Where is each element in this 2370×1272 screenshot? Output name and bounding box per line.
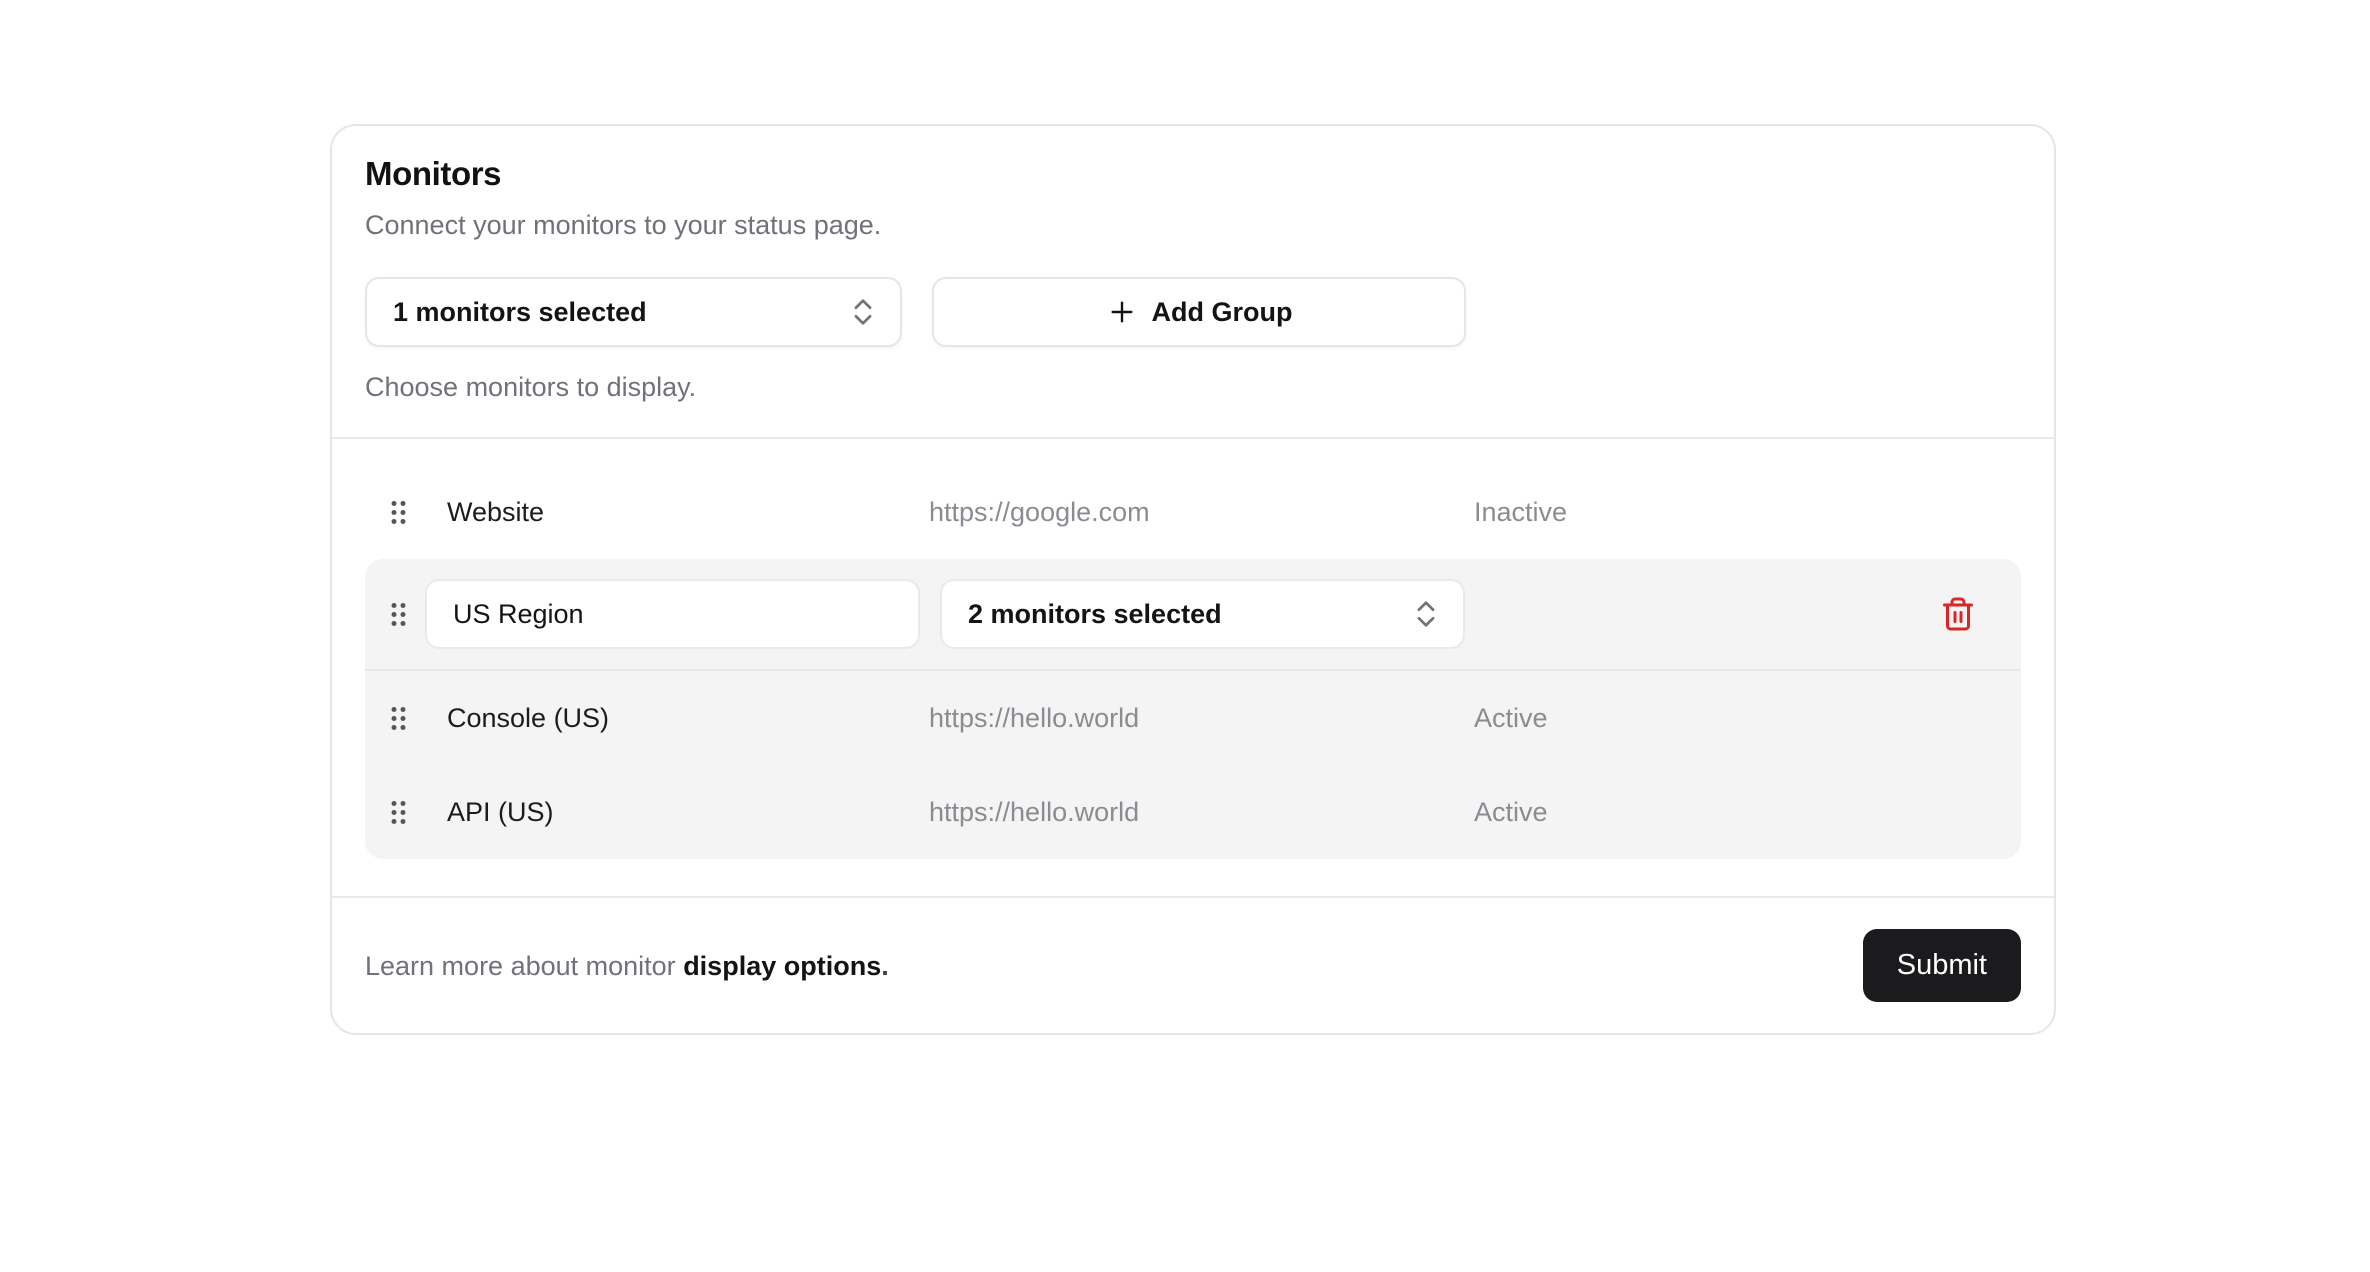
page-title: Monitors xyxy=(365,154,2021,194)
handle-cell xyxy=(365,800,447,825)
card-header: Monitors Connect your monitors to your s… xyxy=(332,126,2054,437)
drag-handle-icon[interactable] xyxy=(391,602,406,627)
display-options-link[interactable]: display options xyxy=(683,951,881,981)
add-group-label: Add Group xyxy=(1152,297,1293,328)
submit-button[interactable]: Submit xyxy=(1863,929,2021,1002)
monitor-row: Console (US) https://hello.world Active xyxy=(365,671,2021,765)
group-monitors-select[interactable]: 2 monitors selected xyxy=(940,579,1465,649)
monitor-name: Website xyxy=(447,497,929,528)
drag-handle-icon[interactable] xyxy=(391,500,406,525)
monitor-name: Console (US) xyxy=(447,703,929,734)
monitors-select[interactable]: 1 monitors selected xyxy=(365,277,902,347)
handle-cell xyxy=(365,706,447,731)
monitor-status: Inactive xyxy=(1474,497,2021,528)
helper-text: Choose monitors to display. xyxy=(365,369,2021,405)
learn-more-text: Learn more about monitor display options… xyxy=(365,948,889,984)
handle-cell xyxy=(365,500,447,525)
monitor-row: Website https://google.com Inactive xyxy=(365,465,2021,559)
chevrons-up-down-icon xyxy=(846,295,880,329)
plus-icon xyxy=(1106,296,1138,328)
page: Monitors Connect your monitors to your s… xyxy=(0,124,2370,1035)
delete-group-button[interactable] xyxy=(1936,592,1980,636)
monitor-list: Website https://google.com Inactive 2 mo… xyxy=(332,439,2054,896)
drag-handle-icon[interactable] xyxy=(391,706,406,731)
monitor-status: Active xyxy=(1474,703,2021,734)
card-footer: Learn more about monitor display options… xyxy=(332,898,2054,1033)
learn-more-prefix: Learn more about monitor xyxy=(365,951,676,981)
monitor-row: API (US) https://hello.world Active xyxy=(365,765,2021,859)
monitor-url: https://hello.world xyxy=(929,797,1474,828)
trash-icon xyxy=(1940,596,1976,632)
monitor-group-panel: 2 monitors selected xyxy=(365,559,2021,859)
learn-more-suffix: . xyxy=(881,951,889,981)
group-header-row: 2 monitors selected xyxy=(365,559,2021,669)
drag-handle-icon[interactable] xyxy=(391,800,406,825)
monitor-url: https://google.com xyxy=(929,497,1474,528)
chevrons-up-down-icon xyxy=(1409,597,1443,631)
page-subtitle: Connect your monitors to your status pag… xyxy=(365,207,2021,243)
monitor-url: https://hello.world xyxy=(929,703,1474,734)
group-name-input[interactable] xyxy=(425,579,920,649)
monitor-name: API (US) xyxy=(447,797,929,828)
header-controls: 1 monitors selected Add Group xyxy=(365,277,2021,347)
monitors-card: Monitors Connect your monitors to your s… xyxy=(330,124,2056,1035)
group-monitors-select-value: 2 monitors selected xyxy=(968,599,1222,630)
monitors-select-value: 1 monitors selected xyxy=(393,297,647,328)
add-group-button[interactable]: Add Group xyxy=(932,277,1466,347)
monitor-status: Active xyxy=(1474,797,2021,828)
